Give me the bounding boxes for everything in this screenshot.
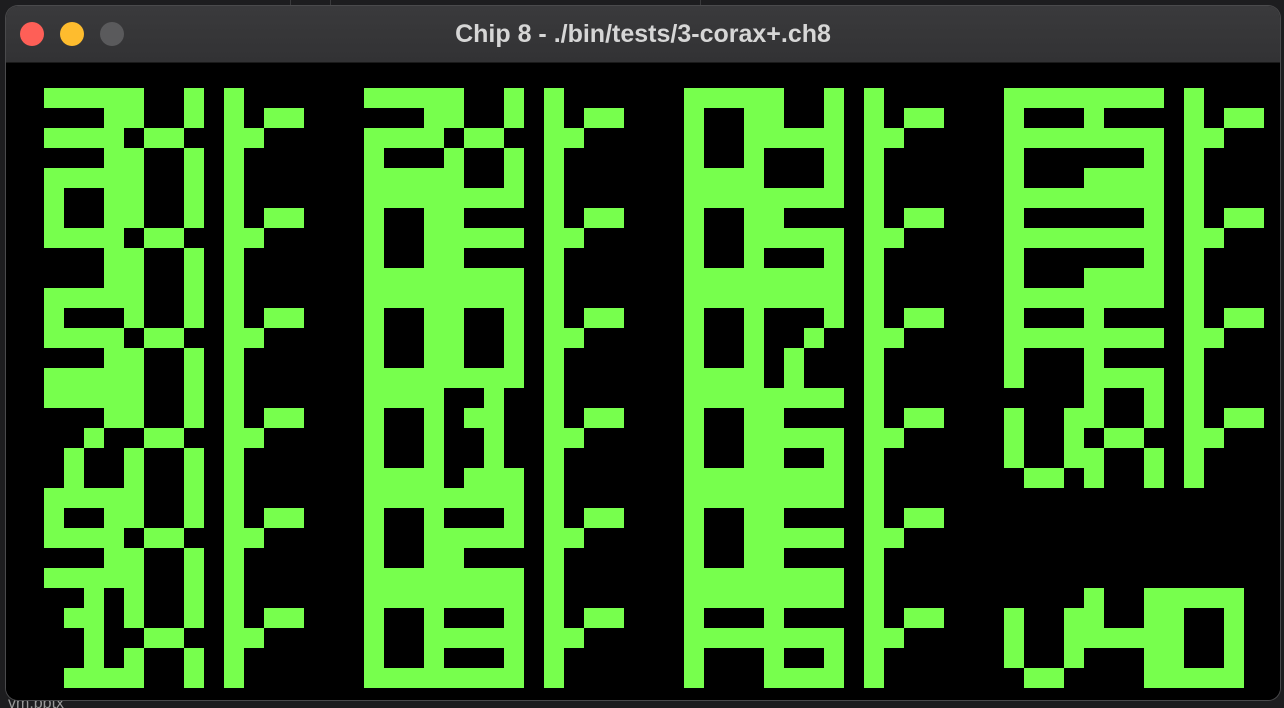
test-code-glyph xyxy=(764,88,844,188)
version-glyph xyxy=(1164,588,1244,688)
ok-checkmark-icon xyxy=(544,388,624,488)
ok-checkmark-icon xyxy=(1184,188,1264,288)
test-code-glyph xyxy=(1084,88,1164,188)
test-code-glyph xyxy=(44,488,124,588)
window-title: Chip 8 - ./bin/tests/3-corax+.ch8 xyxy=(455,20,831,48)
test-code-glyph xyxy=(444,88,524,188)
test-code-glyph xyxy=(124,188,204,288)
test-code-glyph xyxy=(44,288,124,388)
ok-checkmark-icon xyxy=(864,388,944,488)
test-code-glyph xyxy=(684,188,764,288)
test-code-glyph xyxy=(44,88,124,188)
test-code-glyph xyxy=(764,388,844,488)
chip8-pixel-canvas xyxy=(44,88,1264,688)
ok-checkmark-icon xyxy=(1184,88,1264,188)
chip8-window: Chip 8 - ./bin/tests/3-corax+.ch8 3X4X5X… xyxy=(6,6,1280,700)
test-code-glyph xyxy=(764,488,844,588)
ok-checkmark-icon xyxy=(864,88,944,188)
chip8-display: 3X4X5X7X9X1X2X0E00010203040507060EF6F5F3… xyxy=(6,63,1280,700)
ok-checkmark-icon xyxy=(224,488,304,588)
ok-checkmark-icon xyxy=(224,88,304,188)
ok-checkmark-icon xyxy=(864,188,944,288)
version-glyph xyxy=(1004,608,1084,688)
ok-checkmark-icon xyxy=(864,288,944,388)
ok-checkmark-icon xyxy=(864,588,944,688)
ok-checkmark-icon xyxy=(224,388,304,488)
test-code-glyph xyxy=(444,488,524,588)
ok-checkmark-icon xyxy=(224,588,304,688)
test-code-glyph xyxy=(364,588,444,688)
test-code-glyph xyxy=(124,288,204,388)
test-code-glyph xyxy=(1004,288,1084,388)
test-code-glyph xyxy=(44,188,124,288)
version-glyph xyxy=(1084,588,1164,688)
test-code-glyph xyxy=(764,588,844,688)
test-code-glyph xyxy=(1084,188,1164,288)
test-code-glyph xyxy=(364,388,444,488)
test-code-glyph xyxy=(364,288,444,388)
test-code-glyph xyxy=(444,188,524,288)
test-code-glyph xyxy=(124,488,204,588)
test-code-glyph xyxy=(44,388,124,488)
test-code-glyph xyxy=(1084,388,1164,488)
test-code-glyph xyxy=(684,88,764,188)
test-code-glyph xyxy=(364,488,444,588)
test-code-glyph xyxy=(684,488,764,588)
ok-checkmark-icon xyxy=(544,488,624,588)
test-code-glyph xyxy=(64,588,124,688)
ok-checkmark-icon xyxy=(224,288,304,388)
test-code-glyph xyxy=(764,188,844,288)
test-code-glyph xyxy=(444,288,524,388)
test-code-glyph xyxy=(684,288,764,388)
test-code-glyph xyxy=(124,388,204,488)
ok-checkmark-icon xyxy=(544,288,624,388)
ok-checkmark-icon xyxy=(864,488,944,588)
test-code-glyph xyxy=(1004,408,1084,488)
test-code-glyph xyxy=(464,388,524,488)
test-code-glyph xyxy=(364,188,444,288)
test-code-glyph xyxy=(444,588,524,688)
test-code-glyph xyxy=(684,588,764,688)
ok-checkmark-icon xyxy=(1184,288,1264,388)
ok-checkmark-icon xyxy=(224,188,304,288)
ok-checkmark-icon xyxy=(1184,388,1264,488)
test-code-glyph xyxy=(124,588,204,688)
test-code-glyph xyxy=(684,388,764,488)
test-code-glyph xyxy=(1004,188,1084,288)
ok-checkmark-icon xyxy=(544,188,624,288)
test-code-glyph xyxy=(124,88,204,188)
ok-checkmark-icon xyxy=(544,88,624,188)
test-code-glyph xyxy=(1004,88,1084,188)
test-code-glyph xyxy=(364,88,444,188)
ok-checkmark-icon xyxy=(544,588,624,688)
test-code-glyph xyxy=(764,288,844,388)
test-code-glyph xyxy=(1084,288,1164,388)
title-bar[interactable]: Chip 8 - ./bin/tests/3-corax+.ch8 xyxy=(6,6,1280,63)
